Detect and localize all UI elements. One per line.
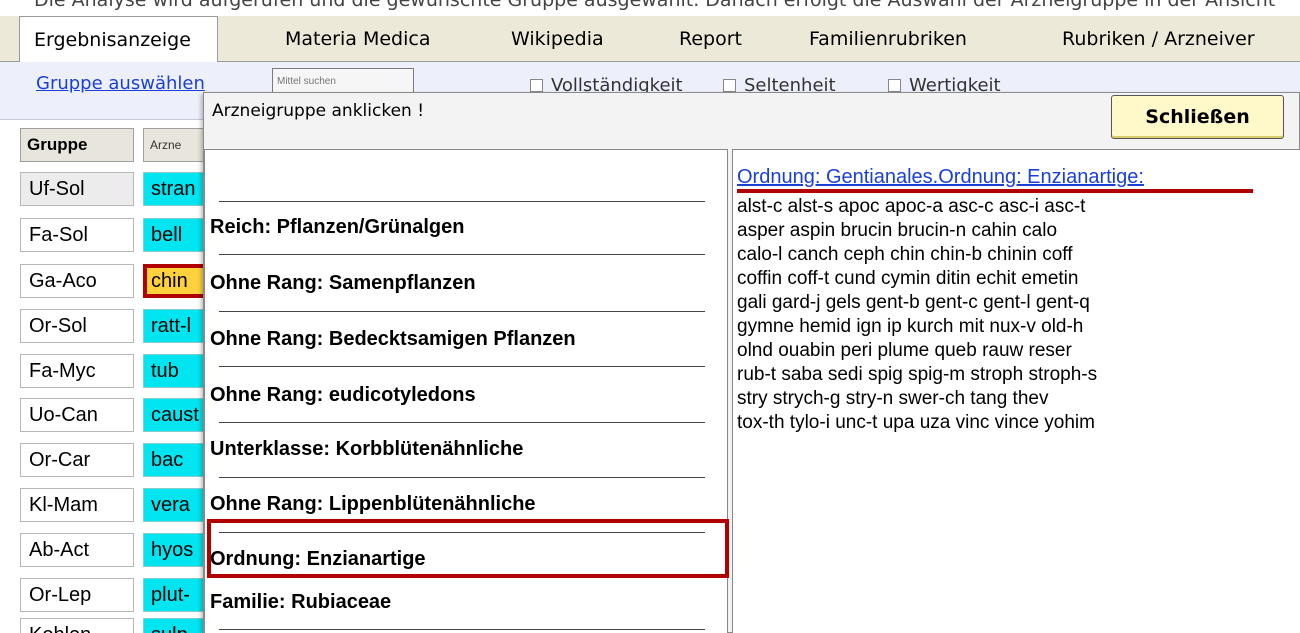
group-cell[interactable]: Or-Lep (20, 578, 134, 612)
remedy-abbrev-line: gymne hemid ign ip kurch mit nux-v old-h (737, 316, 1084, 337)
group-select-link[interactable]: Gruppe auswählen (36, 73, 205, 94)
remedy-abbrev-line: coffin coff-t cund cymin ditin echit eme… (737, 268, 1079, 289)
remedy-group-dialog: Arzneigruppe anklicken ! Schließen Reich… (203, 92, 1300, 633)
list-divider (219, 311, 705, 312)
list-divider (219, 629, 705, 630)
selection-highlight (207, 519, 729, 578)
column-header-group[interactable]: Gruppe (20, 128, 134, 162)
group-cell[interactable]: Uf-Sol (20, 172, 134, 206)
list-divider (219, 422, 705, 423)
group-cell[interactable]: Fa-Myc (20, 354, 134, 388)
group-list: Reich: Pflanzen/Grünalgen Ohne Rang: Sam… (204, 149, 729, 633)
group-cell[interactable]: Kohlen (20, 618, 134, 633)
remedy-abbrev-line: alst-c alst-s apoc apoc-a asc-c asc-i as… (737, 196, 1086, 217)
group-detail-pane: Ordnung: Gentianales.Ordnung: Enzianarti… (732, 149, 1300, 633)
list-divider (219, 201, 705, 202)
group-cell[interactable]: Fa-Sol (20, 218, 134, 252)
dialog-title: Arzneigruppe anklicken ! (212, 101, 425, 121)
remedy-search-input[interactable] (272, 68, 414, 94)
list-item[interactable]: Reich: Pflanzen/Grünalgen (210, 216, 464, 239)
list-item[interactable]: Ohne Rang: eudicotyledons (210, 384, 476, 407)
group-cell[interactable]: Kl-Mam (20, 488, 134, 522)
tab-wikipedia[interactable]: Wikipedia (511, 16, 604, 62)
remedy-abbrev-line: stry strych-g stry-n swer-ch tang thev (737, 388, 1049, 409)
list-item[interactable]: Familie: Rubiaceae (210, 591, 391, 614)
group-cell[interactable]: Ab-Act (20, 533, 134, 567)
detail-title-underline (737, 189, 1253, 193)
top-caption-text: Die Analyse wird aufgerufen und die gewü… (34, 0, 1276, 11)
tab-familienrubriken[interactable]: Familienrubriken (809, 16, 967, 62)
tab-bar: Ergebnisanzeige Materia Medica Wikipedia… (0, 16, 1300, 63)
remedy-abbrev-line: calo-l canch ceph chin chin-b chinin cof… (737, 244, 1073, 265)
close-button[interactable]: Schließen (1111, 95, 1284, 139)
group-cell[interactable]: Or-Sol (20, 309, 134, 343)
list-item[interactable]: Unterklasse: Korbblütenähnliche (210, 438, 523, 461)
group-cell[interactable]: Ga-Aco (20, 264, 134, 298)
list-item[interactable]: Ohne Rang: Samenpflanzen (210, 272, 476, 295)
tab-rubriken-arzneiver[interactable]: Rubriken / Arzneiver (1062, 16, 1255, 62)
detail-title-link[interactable]: Ordnung: Gentianales.Ordnung: Enzianarti… (737, 166, 1144, 189)
list-divider (219, 366, 705, 367)
remedy-abbrev-line: asper aspin brucin brucin-n cahin calo (737, 220, 1058, 241)
tab-materia-medica[interactable]: Materia Medica (285, 16, 430, 62)
tab-report[interactable]: Report (679, 16, 742, 62)
list-divider (219, 477, 705, 478)
remedy-abbrev-line: olnd ouabin peri plume queb rauw reser (737, 340, 1072, 361)
group-cell[interactable]: Or-Car (20, 443, 134, 477)
top-caption: Die Analyse wird aufgerufen und die gewü… (0, 0, 1300, 16)
tab-ergebnisanzeige[interactable]: Ergebnisanzeige (19, 16, 218, 63)
remedy-abbrev-line: rub-t saba sedi spig spig-m stroph strop… (737, 364, 1098, 385)
group-cell[interactable]: Uo-Can (20, 398, 134, 432)
remedy-abbrev-line: gali gard-j gels gent-b gent-c gent-l ge… (737, 292, 1090, 313)
list-divider (219, 254, 705, 255)
remedy-abbrev-line: tox-th tylo-i unc-t upa uza vinc vince y… (737, 412, 1095, 433)
list-item[interactable]: Ohne Rang: Lippenblütenähnliche (210, 493, 536, 516)
list-item[interactable]: Ohne Rang: Bedecktsamigen Pflanzen (210, 328, 576, 351)
